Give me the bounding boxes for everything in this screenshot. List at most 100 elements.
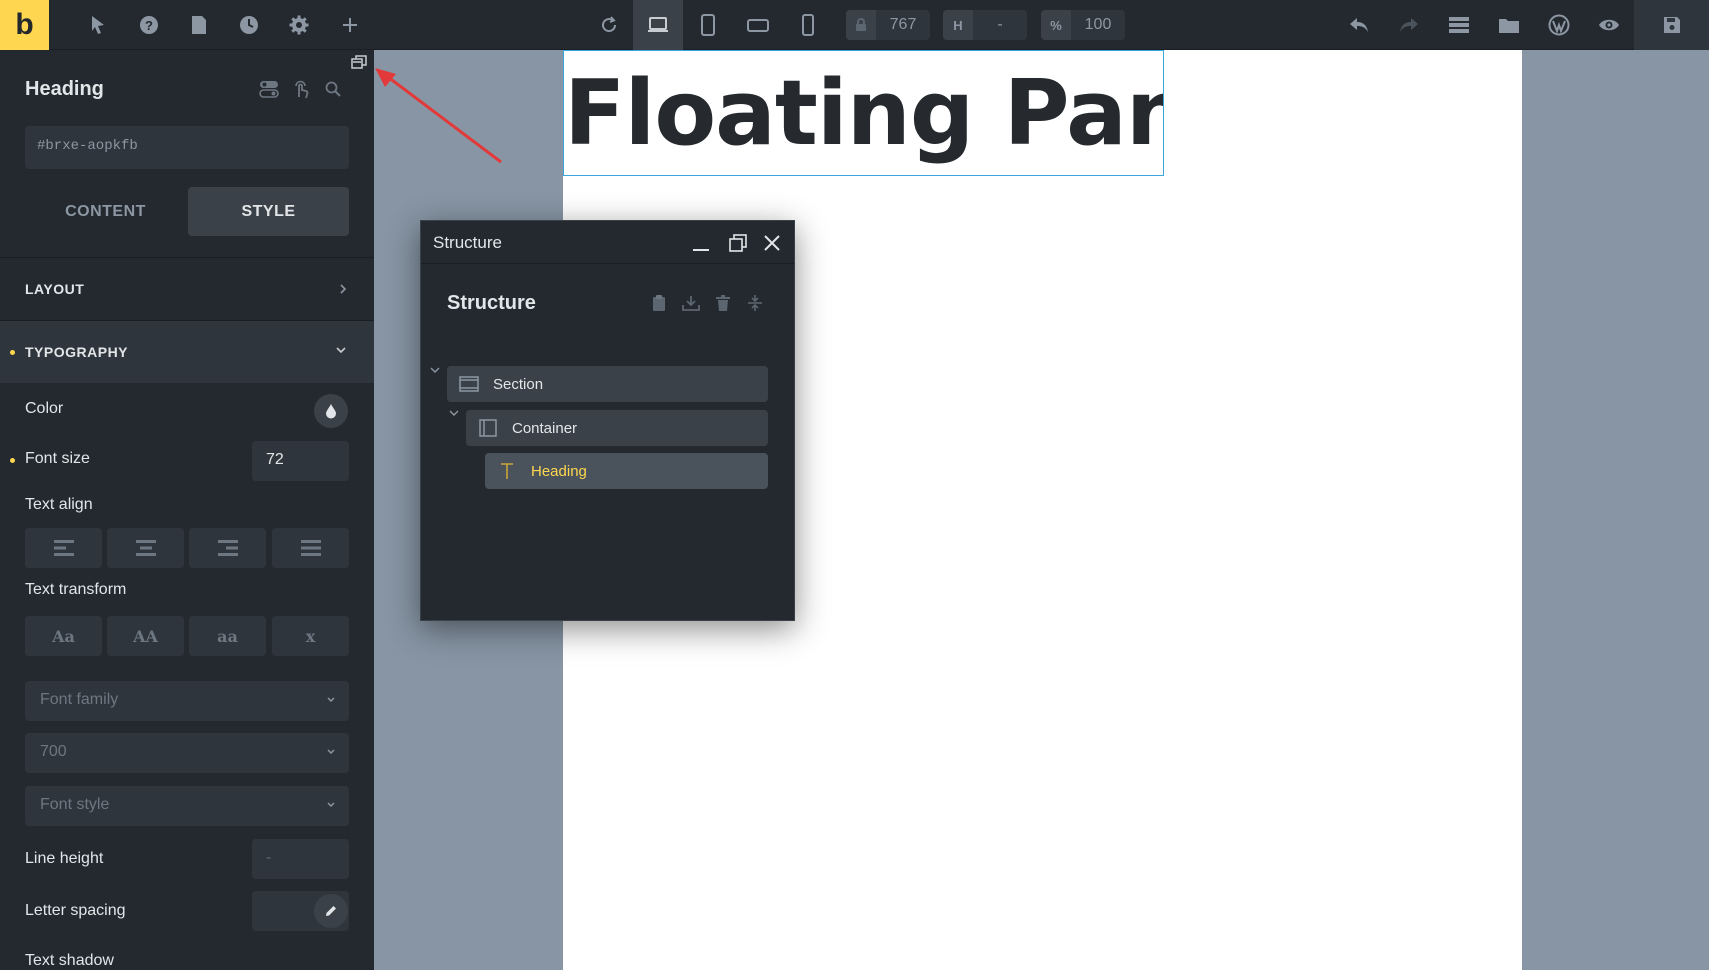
text-shadow-edit-button[interactable] <box>314 894 348 928</box>
history-icon[interactable] <box>226 0 272 50</box>
canvas-width-input[interactable]: 767 <box>846 10 930 40</box>
tree-item-section[interactable]: Section <box>447 366 768 402</box>
text-shadow-label: Text shadow <box>25 952 114 969</box>
zoom-value[interactable]: 100 <box>1071 16 1125 34</box>
align-right-button[interactable] <box>189 528 266 568</box>
font-size-label: Font size <box>25 450 90 467</box>
line-height-input[interactable]: - <box>252 839 349 879</box>
undo-icon[interactable] <box>1336 0 1382 50</box>
font-style-select[interactable]: Font style <box>25 786 349 826</box>
toggle-icon[interactable] <box>256 76 282 102</box>
element-id-field[interactable]: #brxe-aopkfb <box>25 126 349 169</box>
maximize-icon[interactable] <box>726 231 750 255</box>
heading-icon <box>495 459 519 483</box>
close-icon[interactable] <box>760 231 784 255</box>
chevron-down-icon[interactable] <box>448 407 460 419</box>
font-weight-value: 700 <box>40 743 67 760</box>
pointer-icon[interactable] <box>75 0 121 50</box>
align-justify-icon <box>300 540 321 556</box>
text-align-label: Text align <box>25 496 93 513</box>
layout-group-header[interactable]: LAYOUT <box>0 257 374 320</box>
bricks-logo[interactable]: b <box>0 0 49 50</box>
tablet-landscape-icon[interactable] <box>734 0 782 50</box>
letter-spacing-label: Letter spacing <box>25 902 126 919</box>
typography-group-header[interactable]: TYPOGRAPHY <box>0 320 374 383</box>
top-toolbar: b ? 767 H - % 100 <box>0 0 1709 50</box>
typography-group-label: TYPOGRAPHY <box>25 344 129 360</box>
annotation-arrow <box>375 68 502 164</box>
align-justify-button[interactable] <box>272 528 349 568</box>
desktop-icon[interactable] <box>633 0 683 50</box>
download-icon[interactable] <box>679 291 703 315</box>
panel-title: Heading <box>25 78 104 100</box>
zoom-prefix: % <box>1041 10 1071 40</box>
save-icon[interactable] <box>1634 0 1709 50</box>
tab-content[interactable]: CONTENT <box>25 187 186 236</box>
settings-icon[interactable] <box>276 0 322 50</box>
tree-item-heading[interactable]: Heading <box>485 453 768 489</box>
color-picker-button[interactable] <box>314 394 348 428</box>
minimize-icon[interactable] <box>689 231 713 255</box>
chevron-down-icon <box>327 802 335 808</box>
zoom-input[interactable]: % 100 <box>1041 10 1125 40</box>
preview-icon[interactable] <box>1586 0 1632 50</box>
chevron-down-icon[interactable] <box>429 364 441 376</box>
chevron-down-icon <box>327 749 335 755</box>
wordpress-icon[interactable] <box>1536 0 1582 50</box>
selected-heading-element[interactable]: Floating Panel <box>563 50 1164 176</box>
droplet-icon <box>326 404 336 419</box>
redo-icon[interactable] <box>1386 0 1432 50</box>
chevron-down-icon <box>336 347 346 354</box>
transform-capitalize-button[interactable]: Aa <box>25 616 102 656</box>
element-settings-panel: Heading #brxe-aopkfb CONTENT STYLE LAYOU… <box>0 50 374 970</box>
text-align-group <box>25 528 349 568</box>
search-icon[interactable] <box>320 76 346 102</box>
transform-uppercase-button[interactable]: AA <box>107 616 184 656</box>
tree-item-label: Container <box>512 419 578 437</box>
tab-style[interactable]: STYLE <box>188 187 349 236</box>
layout-group-label: LAYOUT <box>25 281 85 297</box>
align-center-icon <box>135 540 156 556</box>
clipboard-icon[interactable] <box>647 291 671 315</box>
transform-lowercase-button[interactable]: aa <box>189 616 266 656</box>
tablet-portrait-icon[interactable] <box>684 0 732 50</box>
canvas-width-value[interactable]: 767 <box>876 16 930 34</box>
tree-item-container[interactable]: Container <box>466 410 768 446</box>
window-title: Structure <box>433 233 502 252</box>
pages-icon[interactable] <box>176 0 222 50</box>
lock-icon[interactable] <box>846 10 876 40</box>
align-center-button[interactable] <box>107 528 184 568</box>
structure-heading: Structure <box>447 292 536 314</box>
interactions-icon[interactable] <box>288 76 314 102</box>
add-icon[interactable] <box>327 0 373 50</box>
text-transform-label: Text transform <box>25 581 127 598</box>
modified-indicator-dot <box>10 458 15 463</box>
transform-none-button[interactable]: x <box>272 616 349 656</box>
structure-floating-window[interactable]: Structure Structure Section Container He… <box>420 220 795 621</box>
help-icon[interactable]: ? <box>126 0 172 50</box>
collapse-all-icon[interactable] <box>743 291 767 315</box>
canvas-height-value[interactable]: - <box>973 16 1027 34</box>
font-weight-select[interactable]: 700 <box>25 733 349 773</box>
color-label: Color <box>25 400 64 417</box>
font-family-placeholder: Font family <box>40 691 119 708</box>
container-icon <box>476 416 500 440</box>
float-panel-icon[interactable] <box>351 54 367 70</box>
chevron-right-icon <box>340 284 347 294</box>
modified-indicator-dot <box>10 350 15 355</box>
trash-icon[interactable] <box>711 291 735 315</box>
mobile-icon[interactable] <box>784 0 832 50</box>
canvas-height-input[interactable]: H - <box>943 10 1027 40</box>
structure-icon[interactable] <box>1436 0 1482 50</box>
height-prefix: H <box>943 10 973 40</box>
refresh-icon[interactable] <box>586 0 632 50</box>
align-left-button[interactable] <box>25 528 102 568</box>
window-title-bar[interactable]: Structure <box>421 221 794 264</box>
templates-icon[interactable] <box>1486 0 1532 50</box>
section-icon <box>457 372 481 396</box>
font-family-select[interactable]: Font family <box>25 681 349 721</box>
tree-item-label: Section <box>493 375 544 393</box>
font-style-placeholder: Font style <box>40 796 110 813</box>
font-size-input[interactable]: 72 <box>252 441 349 481</box>
chevron-down-icon <box>327 697 335 703</box>
